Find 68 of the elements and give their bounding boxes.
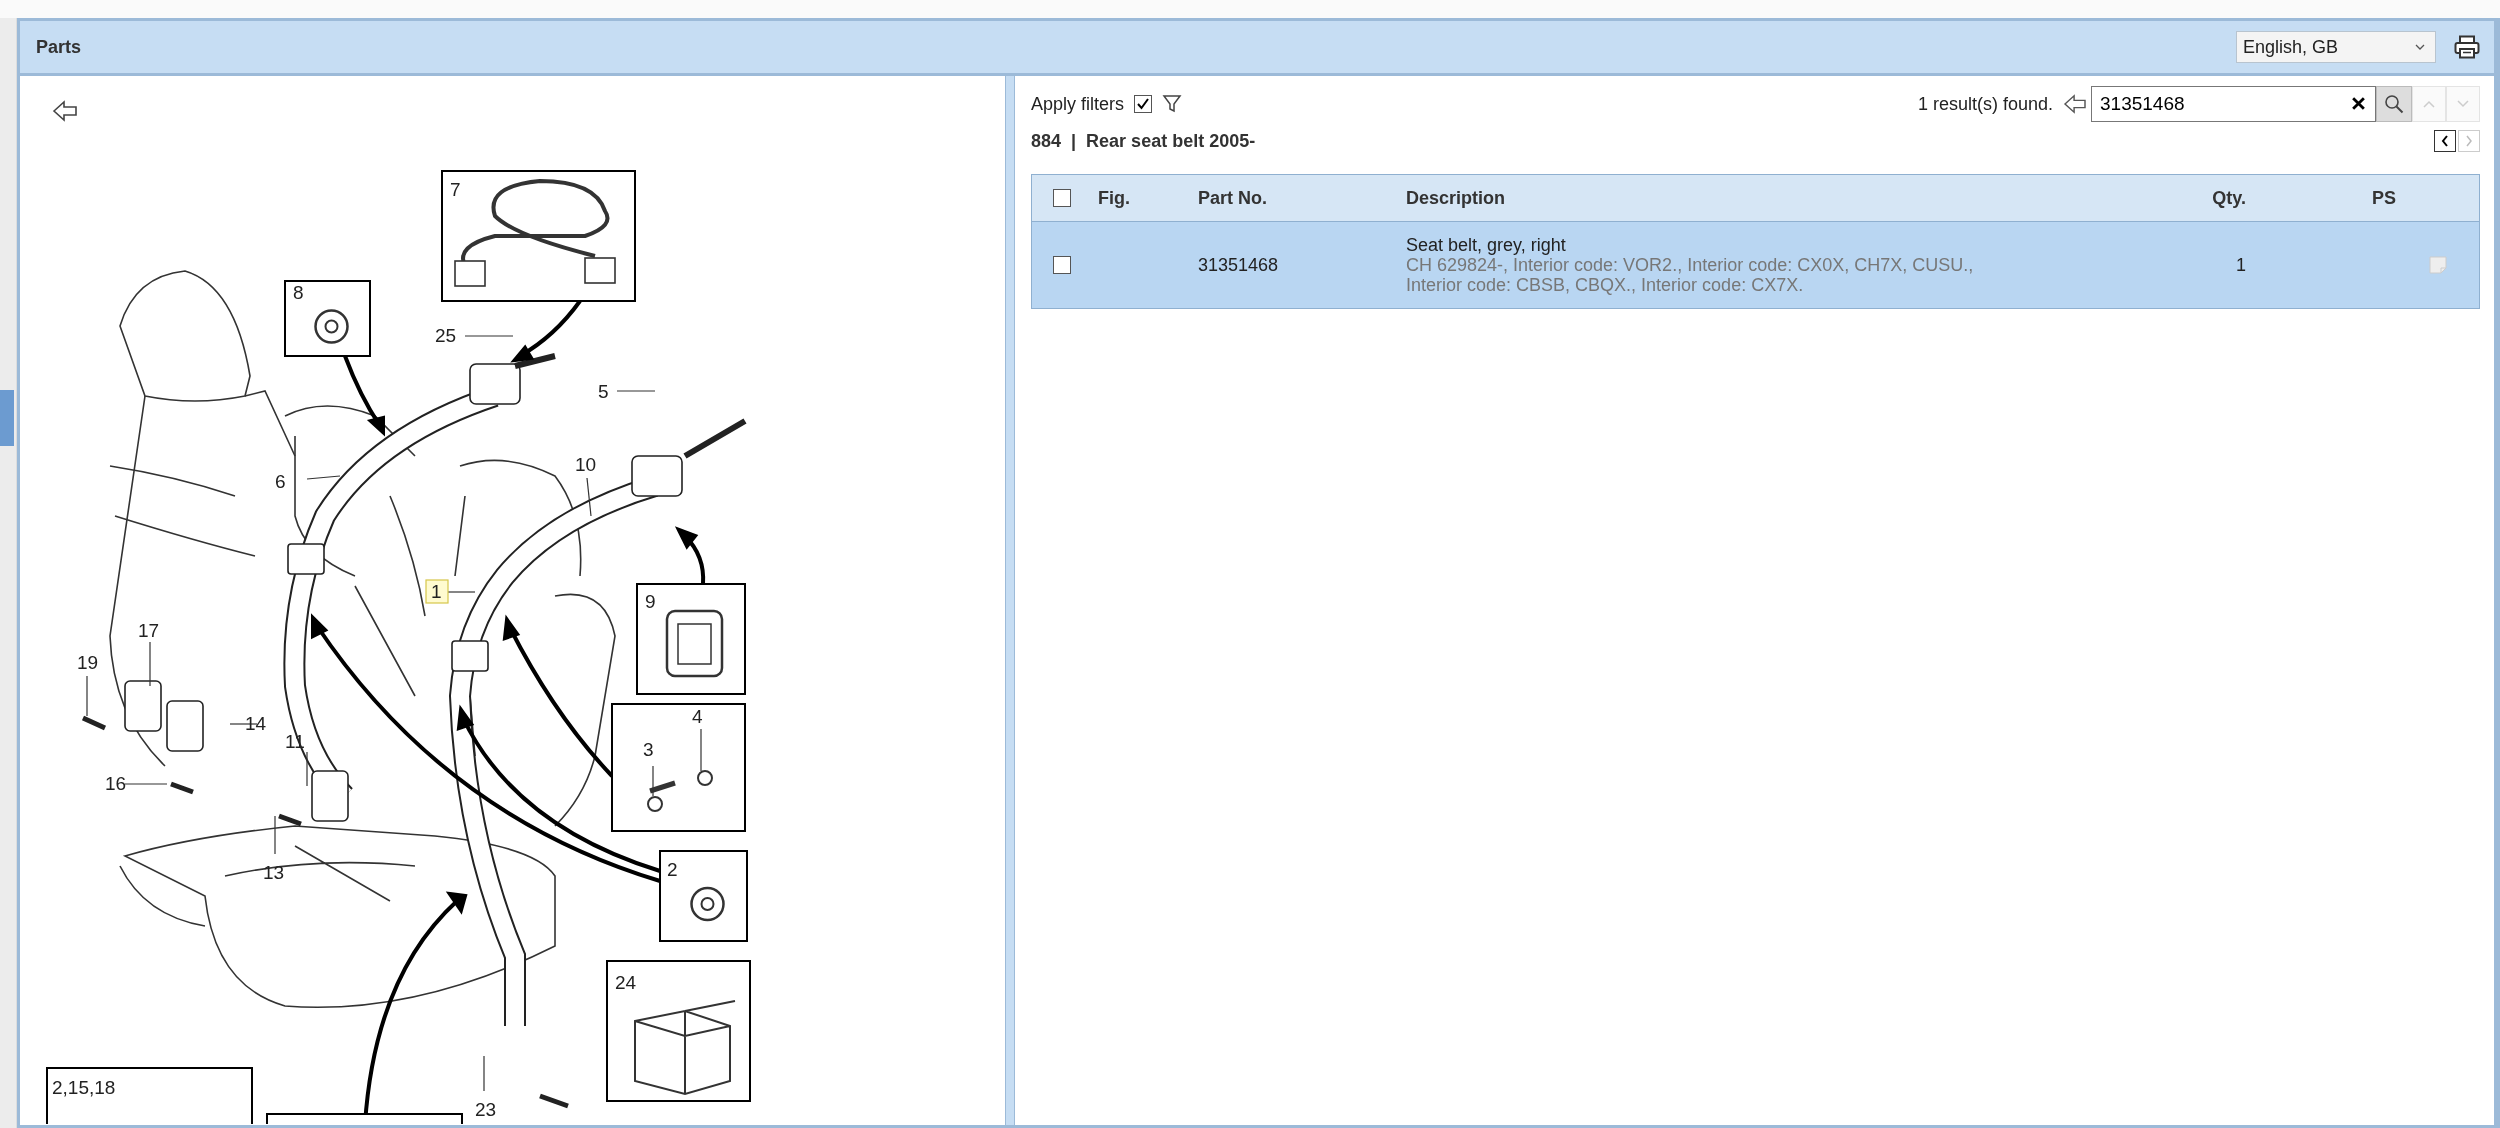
column-header[interactable]: Fig.	[1098, 187, 1130, 208]
caret-icon	[2415, 44, 2425, 50]
column-header[interactable]: Part No.	[1198, 187, 1267, 208]
leader-line	[700, 728, 702, 772]
callout-number[interactable]: 4	[692, 706, 703, 727]
part-notes: CH 629824-, Interior code: VOR2., Interior code: CX0X, CH7X, CUSU., Interior code: CBSB, CBQX., Interior code: CX7X.	[1406, 255, 1975, 295]
leader-line	[616, 390, 656, 392]
panel-title: Parts	[36, 36, 82, 58]
callout-number[interactable]: 8	[293, 282, 304, 303]
leader-line	[306, 475, 341, 480]
leader-line	[446, 591, 476, 593]
callout-number[interactable]: 17	[138, 620, 160, 641]
callout-number[interactable]: 2	[667, 859, 678, 880]
leader-line	[149, 641, 151, 687]
column-header[interactable]: PS	[2372, 187, 2396, 208]
leader-line	[124, 783, 168, 785]
callout-number[interactable]: 2,15,18	[52, 1077, 116, 1098]
chevron-up-icon	[2423, 100, 2435, 108]
callout-number[interactable]: 5	[598, 381, 609, 402]
callout-number[interactable]: 10	[575, 454, 597, 475]
callout-number[interactable]: 7	[450, 179, 461, 200]
callout-number[interactable]: 19	[77, 652, 99, 673]
row-checkbox[interactable]	[1053, 256, 1071, 274]
group-title: Rear seat belt 2005-	[1086, 130, 1256, 152]
clear-icon[interactable]	[2351, 96, 2366, 111]
part-description: Seat belt, grey, right	[1406, 235, 1567, 255]
part-number: 31351468	[1198, 254, 1279, 275]
group-number: 884	[1031, 130, 1062, 152]
chevron-left-icon	[2441, 135, 2449, 147]
callout-number[interactable]: 13	[263, 862, 285, 883]
previous-button[interactable]	[2434, 130, 2456, 152]
callout-number[interactable]: 23	[475, 1099, 497, 1120]
search-icon	[2384, 94, 2404, 114]
chevron-down-icon	[2457, 100, 2469, 108]
leader-line	[306, 751, 308, 787]
printer-icon[interactable]	[2454, 35, 2480, 59]
back-arrow-button[interactable]	[2063, 94, 2087, 114]
back-arrow-button[interactable]	[52, 100, 78, 122]
callout-number[interactable]: 24	[615, 972, 637, 993]
search-button[interactable]	[2376, 86, 2412, 122]
filter-icon[interactable]	[1162, 94, 1183, 114]
apply-filters-label: Apply filters	[1031, 93, 1125, 115]
callout-number[interactable]: 25	[435, 325, 457, 346]
column-header[interactable]: Qty.	[2212, 187, 2246, 208]
table-row[interactable]: 31351468 Seat belt, grey, right CH 629824-, Interior code: VOR2., Interior code: CX0X, CH7X, CUSU., Interior code: CBSB, CBQX., Interior code: CX7X. 1	[1032, 221, 2479, 308]
leader-line	[274, 815, 276, 855]
quantity: 1	[2236, 254, 2246, 275]
callout-number[interactable]: 16	[105, 773, 127, 794]
leader-line	[86, 675, 88, 717]
search-field[interactable]: 31351468	[2091, 86, 2376, 122]
apply-filters-checkbox[interactable]	[1134, 95, 1153, 113]
select-all-checkbox[interactable]	[1053, 189, 1071, 207]
leader-line	[652, 765, 654, 797]
result-count: 1 result(s) found.	[1917, 93, 2053, 115]
leader-line	[229, 723, 258, 725]
callout-number[interactable]: 6	[275, 471, 286, 492]
leader-line	[586, 477, 592, 517]
callout-number[interactable]: 14	[245, 713, 267, 734]
leader-line	[464, 335, 514, 337]
leader-line	[483, 1055, 485, 1092]
callout-number[interactable]: 3	[643, 739, 654, 760]
callout-number[interactable]: 1	[431, 581, 442, 602]
callout-number[interactable]: 9	[645, 591, 656, 612]
chevron-right-icon	[2465, 135, 2473, 147]
column-header[interactable]: Description	[1406, 187, 1506, 208]
separator: |	[1071, 130, 1077, 152]
splitter-handle[interactable]	[1005, 76, 1015, 1125]
language-select[interactable]: English, GB	[2236, 31, 2436, 63]
